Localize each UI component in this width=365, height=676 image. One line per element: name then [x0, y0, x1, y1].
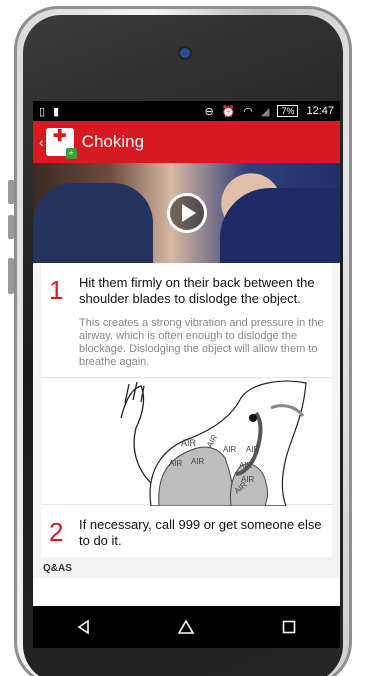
video-figure-left [33, 183, 153, 263]
blockage-dot [249, 414, 257, 422]
red-cross-icon: ✚ [52, 128, 67, 145]
sim-icon: ▯ [39, 105, 46, 118]
recents-button[interactable] [269, 612, 309, 642]
battery-saver-icon: ▮ [53, 105, 60, 118]
android-nav-bar [33, 606, 340, 648]
red-cross-logo[interactable]: ✚ + [45, 128, 77, 159]
app-bar: ‹ ✚ + Choking [33, 121, 340, 163]
front-camera [180, 48, 190, 58]
wifi-icon: ◠ [243, 105, 253, 118]
clock: 12:47 [306, 105, 334, 117]
air-label: AIR [223, 445, 237, 454]
recents-square-icon [282, 620, 296, 634]
step-title: If necessary, call 999 or get someone el… [79, 517, 322, 548]
step-2: 2 If necessary, call 999 or get someone … [41, 505, 332, 557]
home-icon [178, 619, 195, 634]
alarm-icon: ⏰ [221, 105, 236, 118]
airway-illustration: AIR AIR AIR AIR AIR AIR AIR AIR AIR [41, 377, 332, 507]
back-triangle-icon [77, 619, 89, 635]
power-button [8, 258, 14, 294]
play-icon [182, 204, 196, 222]
play-button[interactable] [167, 193, 207, 233]
air-label: AIR [181, 438, 197, 448]
volume-up-button [8, 180, 14, 204]
airway-drawing: AIR AIR AIR AIR AIR AIR AIR AIR AIR [120, 380, 307, 507]
step-1: 1 Hit them firmly on their back between … [41, 263, 332, 377]
battery-percent: 7% [277, 105, 299, 117]
screen: ▯ ▮ ⊖ ⏰ ◠ ◢ 7% 12:47 ‹ ✚ + Choking 1 Hit… [33, 101, 340, 606]
air-label: AIR [191, 457, 205, 466]
back-button[interactable] [64, 612, 104, 642]
signal-icon: ◢ [260, 105, 270, 118]
video-thumbnail[interactable] [33, 163, 340, 263]
step-number: 2 [49, 517, 64, 547]
step-title: Hit them firmly on their back between th… [79, 275, 315, 306]
content-area: 1 Hit them firmly on their back between … [33, 263, 340, 578]
page-title: Choking [81, 132, 145, 151]
air-label: AIR [239, 461, 253, 470]
step-card-1: 1 Hit them firmly on their back between … [41, 263, 332, 557]
air-label: AIR [246, 445, 260, 454]
back-chevron-icon[interactable]: ‹ [39, 134, 44, 150]
status-bar: ▯ ▮ ⊖ ⏰ ◠ ◢ 7% 12:47 [33, 101, 340, 121]
do-not-disturb-icon: ⊖ [204, 105, 214, 118]
step-description: This creates a strong vibration and pres… [79, 317, 324, 368]
step-number: 1 [49, 275, 64, 305]
home-button[interactable] [166, 612, 206, 642]
qas-section-header[interactable]: Q&AS [41, 557, 332, 578]
plus-badge-icon: + [65, 148, 77, 159]
video-figure-right [220, 188, 340, 263]
air-label: AIR [169, 459, 183, 468]
volume-down-button [8, 215, 14, 239]
